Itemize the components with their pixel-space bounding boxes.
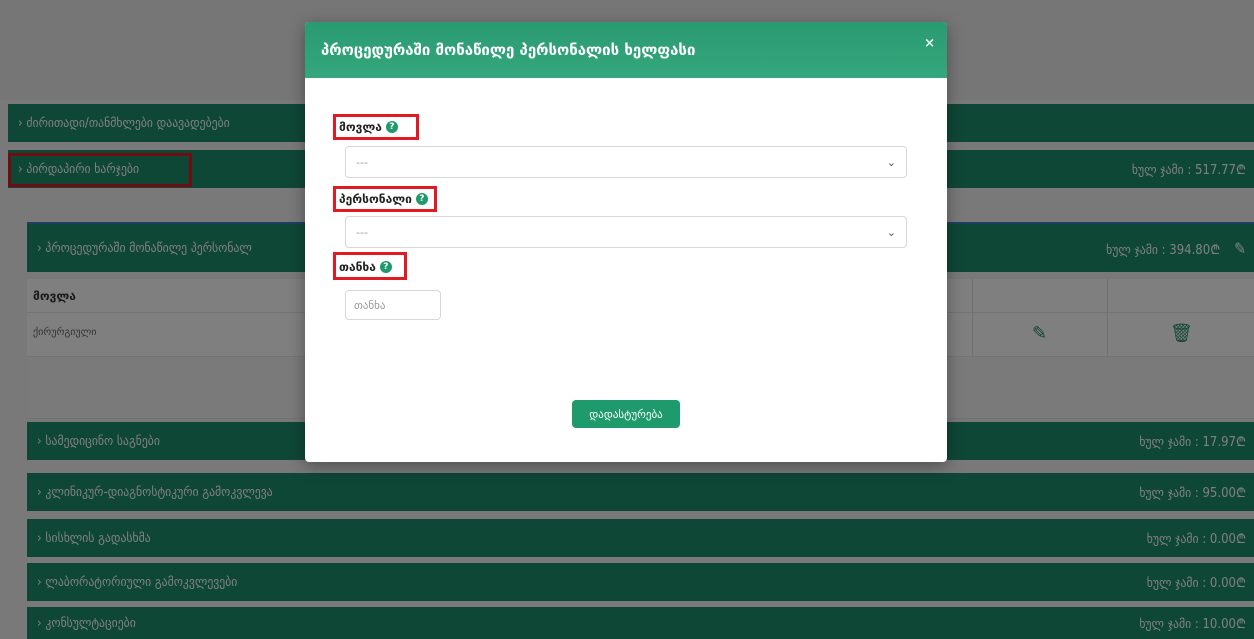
modal-title: პროცედურაში მონაწილე პერსონალის ხელფასი	[321, 41, 696, 59]
highlight-care-label	[333, 114, 419, 140]
staff-select[interactable]: --- ⌄	[345, 216, 907, 248]
personnel-salary-modal: პროცედურაში მონაწილე პერსონალის ხელფასი …	[305, 22, 947, 462]
staff-select-value: ---	[356, 225, 368, 239]
highlight-staff-label	[333, 186, 437, 212]
care-select-value: ---	[356, 155, 368, 169]
close-icon[interactable]: ×	[924, 36, 935, 51]
chevron-down-icon: ⌄	[886, 155, 896, 169]
highlight-amount-label	[333, 252, 407, 280]
care-select[interactable]: --- ⌄	[345, 146, 907, 178]
amount-input[interactable]	[345, 290, 441, 320]
modal-header: პროცედურაში მონაწილე პერსონალის ხელფასი …	[305, 22, 947, 78]
chevron-down-icon: ⌄	[886, 225, 896, 239]
confirm-button[interactable]: დადასტურება	[572, 400, 680, 428]
